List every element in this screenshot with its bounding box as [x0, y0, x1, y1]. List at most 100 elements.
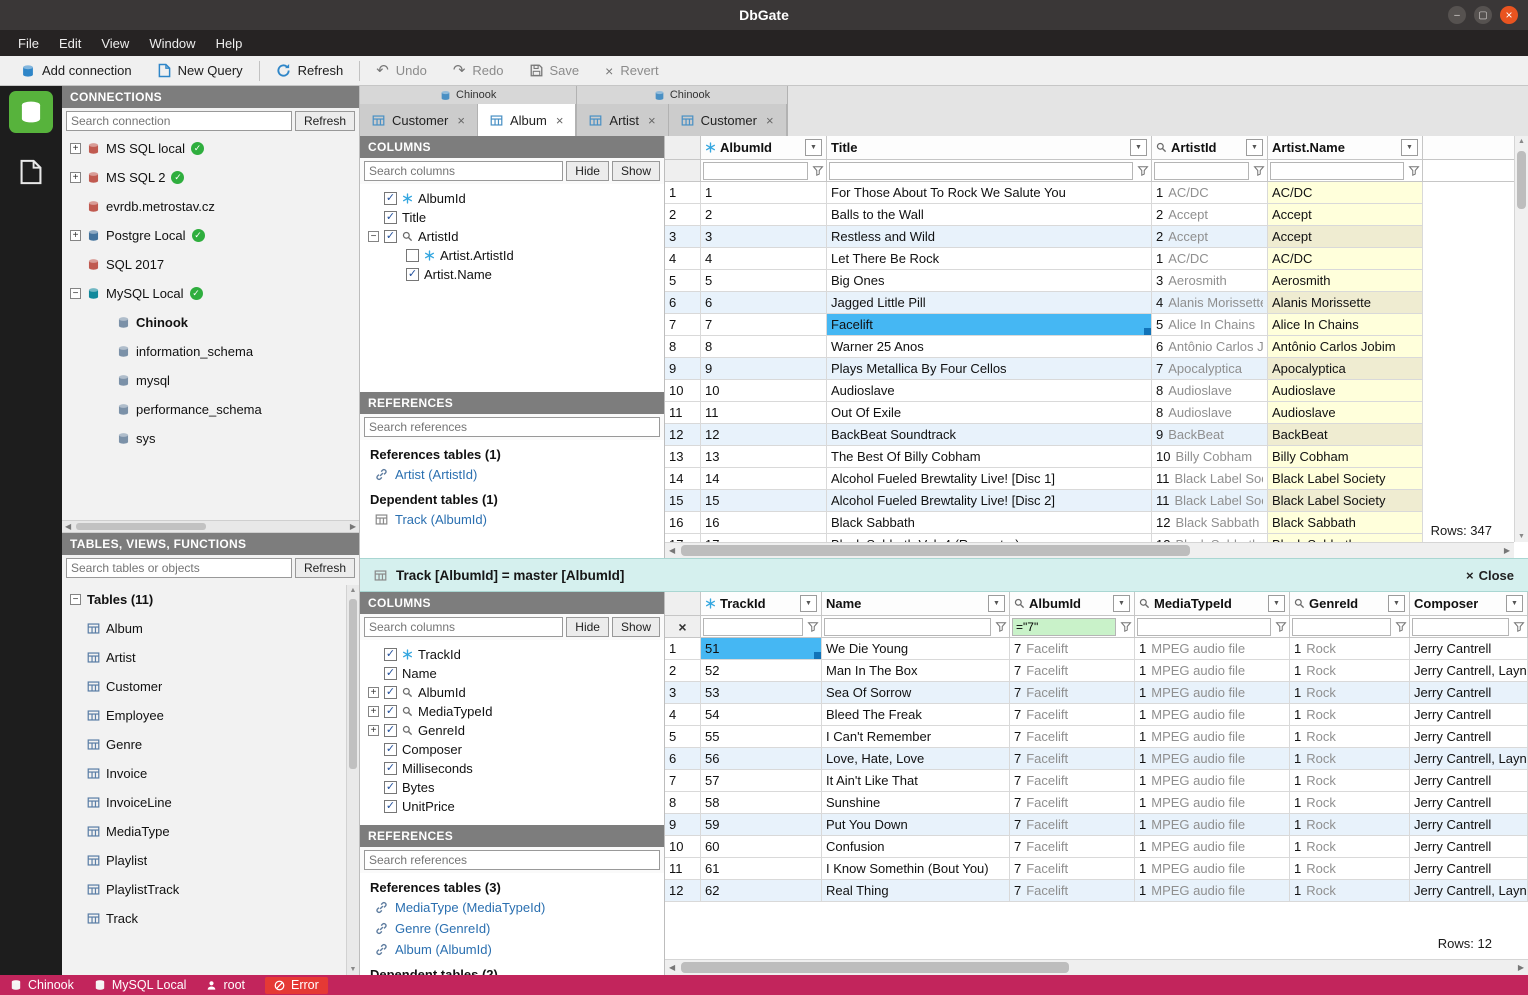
row-number[interactable]: 4: [665, 248, 701, 270]
minimize-icon[interactable]: –: [1448, 6, 1466, 24]
cell-name[interactable]: Man In The Box: [822, 660, 1010, 682]
cell-composer[interactable]: Jerry Cantrell, Layne Staley: [1410, 660, 1528, 682]
cell-trackid[interactable]: 52: [701, 660, 822, 682]
table-item-employee[interactable]: Employee: [62, 701, 359, 730]
tab-album[interactable]: Album ×: [477, 104, 577, 136]
column-item-bytes[interactable]: ✓ Bytes: [360, 778, 664, 797]
checkbox[interactable]: ✓: [384, 648, 397, 661]
filter-input-artist-name[interactable]: [1270, 161, 1404, 180]
reference-link-mediatype-mediatypeid[interactable]: MediaType (MediaTypeId): [360, 897, 664, 918]
cell-artist-name[interactable]: Alanis Morissette: [1268, 292, 1423, 314]
cell-albumid[interactable]: 13: [701, 446, 827, 468]
column-item-composer[interactable]: ✓ Composer: [360, 740, 664, 759]
collapse-icon[interactable]: −: [368, 231, 379, 242]
tab-artist[interactable]: Artist ×: [577, 104, 669, 136]
toolbar-revert-button[interactable]: × Revert: [592, 56, 671, 85]
column-header-composer[interactable]: Composer ▼: [1410, 592, 1528, 616]
cell-artist-name[interactable]: Apocalyptica: [1268, 358, 1423, 380]
cell-mediatypeid[interactable]: 1 MPEG audio file: [1135, 836, 1290, 858]
cell-name[interactable]: We Die Young: [822, 638, 1010, 660]
cell-mediatypeid[interactable]: 1 MPEG audio file: [1135, 704, 1290, 726]
cell-name[interactable]: Love, Hate, Love: [822, 748, 1010, 770]
cell-albumid[interactable]: 7 Facelift: [1010, 858, 1135, 880]
cell-albumid[interactable]: 14: [701, 468, 827, 490]
collapse-icon[interactable]: −: [70, 594, 81, 605]
tab-customer[interactable]: Customer ×: [668, 104, 787, 136]
cell-name[interactable]: I Know Somethin (Bout You): [822, 858, 1010, 880]
cell-artistid[interactable]: 11 Black Label Society: [1152, 468, 1268, 490]
cell-artistid[interactable]: 1 AC/DC: [1152, 248, 1268, 270]
cell-albumid[interactable]: 7 Facelift: [1010, 682, 1135, 704]
row-number[interactable]: 10: [665, 836, 701, 858]
cell-composer[interactable]: Jerry Cantrell: [1410, 836, 1528, 858]
status-chinook[interactable]: Chinook: [10, 975, 74, 995]
hide-button[interactable]: Hide: [566, 161, 609, 181]
close-detail-button[interactable]: × Close: [1466, 568, 1514, 583]
columns-search-input[interactable]: [364, 617, 564, 637]
cell-genreid[interactable]: 1 Rock: [1290, 638, 1410, 660]
show-button[interactable]: Show: [611, 161, 660, 181]
cell-albumid[interactable]: 1: [701, 182, 827, 204]
toolbar-add-connection-button[interactable]: Add connection: [8, 56, 145, 85]
scrollbar-thumb[interactable]: [681, 962, 1070, 973]
checkbox[interactable]: ✓: [384, 800, 397, 813]
connection-item-sys[interactable]: sys: [62, 424, 359, 453]
funnel-icon[interactable]: [810, 165, 826, 176]
column-header-trackid[interactable]: TrackId ▼: [701, 592, 822, 616]
row-number[interactable]: 11: [665, 858, 701, 880]
scroll-down-icon[interactable]: ▼: [347, 966, 359, 973]
row-number[interactable]: 8: [665, 336, 701, 358]
table-item-album[interactable]: Album: [62, 614, 359, 643]
cell-title[interactable]: For Those About To Rock We Salute You: [827, 182, 1152, 204]
cell-trackid[interactable]: 61: [701, 858, 822, 880]
cell-artist-name[interactable]: Billy Cobham: [1268, 446, 1423, 468]
checkbox[interactable]: ✓: [384, 724, 397, 737]
tab-close-icon[interactable]: ×: [556, 113, 564, 128]
scroll-down-icon[interactable]: ▼: [1515, 533, 1528, 540]
column-item-title[interactable]: ✓ Title: [360, 208, 664, 227]
checkbox[interactable]: ✓: [406, 268, 419, 281]
funnel-icon[interactable]: [1118, 621, 1134, 632]
menu-item-help[interactable]: Help: [206, 33, 253, 54]
checkbox[interactable]: ✓: [384, 705, 397, 718]
cell-composer[interactable]: Jerry Cantrell: [1410, 792, 1528, 814]
cell-albumid[interactable]: 8: [701, 336, 827, 358]
tables-search-input[interactable]: [66, 558, 292, 578]
expand-icon[interactable]: +: [368, 687, 379, 698]
cell-albumid[interactable]: 15: [701, 490, 827, 512]
funnel-icon[interactable]: [1406, 165, 1422, 176]
cell-name[interactable]: Real Thing: [822, 880, 1010, 902]
cell-artistid[interactable]: 12 Black Sabbath: [1152, 534, 1268, 542]
cell-mediatypeid[interactable]: 1 MPEG audio file: [1135, 726, 1290, 748]
funnel-icon[interactable]: [805, 621, 821, 632]
cell-title[interactable]: Restless and Wild: [827, 226, 1152, 248]
expand-icon[interactable]: +: [70, 143, 81, 154]
cell-genreid[interactable]: 1 Rock: [1290, 726, 1410, 748]
reference-link-track-albumid[interactable]: Track (AlbumId): [360, 509, 664, 530]
cell-title[interactable]: Warner 25 Anos: [827, 336, 1152, 358]
row-number[interactable]: 2: [665, 204, 701, 226]
filter-input-genreid[interactable]: [1292, 617, 1391, 636]
cell-albumid[interactable]: 5: [701, 270, 827, 292]
cell-genreid[interactable]: 1 Rock: [1290, 880, 1410, 902]
column-item-genreid[interactable]: + ✓ GenreId: [360, 721, 664, 740]
reference-link-genre-genreid[interactable]: Genre (GenreId): [360, 918, 664, 939]
tables-refresh-button[interactable]: Refresh: [294, 558, 355, 578]
cell-artist-name[interactable]: Black Label Society: [1268, 490, 1423, 512]
cell-genreid[interactable]: 1 Rock: [1290, 748, 1410, 770]
scrollbar-thumb[interactable]: [1517, 151, 1526, 209]
cell-artistid[interactable]: 1 AC/DC: [1152, 182, 1268, 204]
connection-item-mysql-local[interactable]: − MySQL Local ✓: [62, 279, 359, 308]
cell-title[interactable]: Jagged Little Pill: [827, 292, 1152, 314]
toolbar-save-button[interactable]: Save: [517, 56, 593, 85]
cell-artistid[interactable]: 2 Accept: [1152, 204, 1268, 226]
tab-customer[interactable]: Customer ×: [360, 104, 478, 136]
cell-artistid[interactable]: 8 Audioslave: [1152, 402, 1268, 424]
filter-input-trackid[interactable]: [703, 617, 803, 636]
cell-artist-name[interactable]: AC/DC: [1268, 182, 1423, 204]
cell-artistid[interactable]: 4 Alanis Morissette: [1152, 292, 1268, 314]
column-dropdown-icon[interactable]: ▼: [805, 139, 822, 156]
reference-link-album-albumid[interactable]: Album (AlbumId): [360, 939, 664, 960]
cell-artist-name[interactable]: Black Sabbath: [1268, 512, 1423, 534]
status-mysql-local[interactable]: MySQL Local: [94, 975, 186, 995]
